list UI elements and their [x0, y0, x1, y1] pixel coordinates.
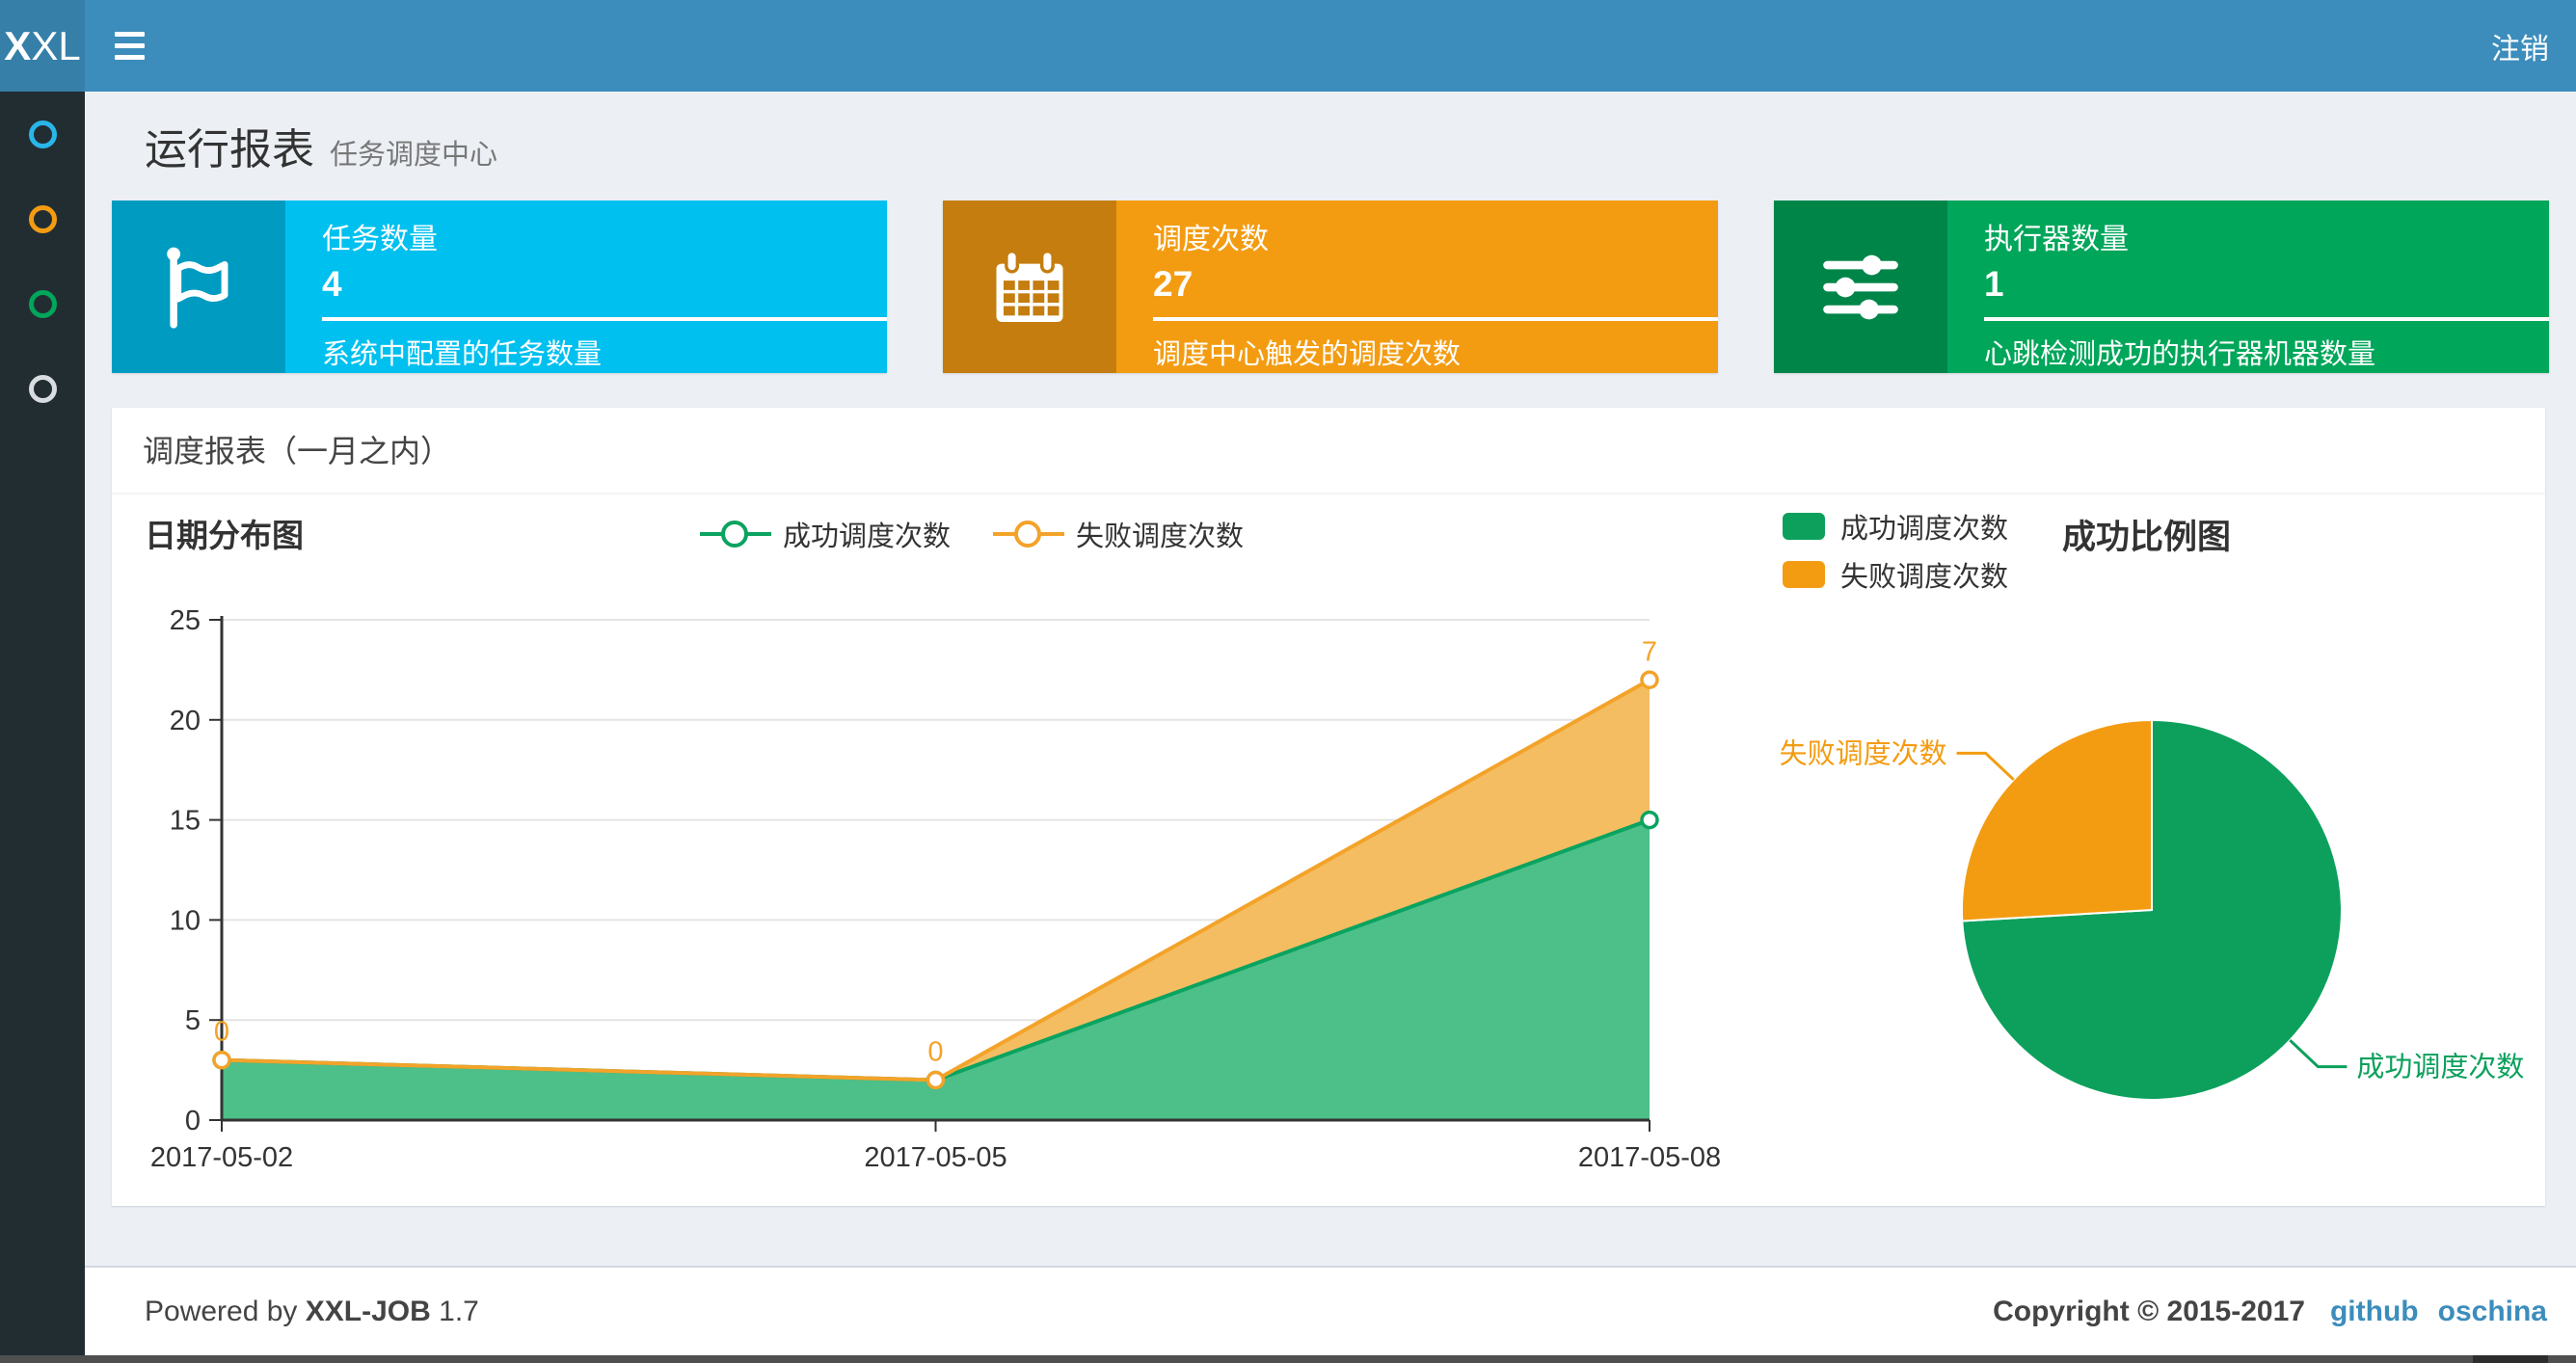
content-header: 运行报表 任务调度中心	[85, 92, 2576, 176]
page-subtitle: 任务调度中心	[330, 140, 498, 171]
stat-box-content: 调度次数 27 调度中心触发的调度次数	[1116, 200, 1718, 373]
svg-text:0: 0	[214, 1017, 229, 1048]
stat-box-description: 心跳检测成功的执行器机器数量	[1984, 339, 2376, 370]
stat-box-value: 4	[322, 264, 342, 304]
main-content: 运行报表 任务调度中心 任务数量 4 系统中配置的任务数量 调度次数 27 调度…	[85, 92, 2576, 1266]
sidebar-nav	[0, 92, 85, 1355]
svg-text:2017-05-05: 2017-05-05	[864, 1142, 1006, 1173]
sidebar-item-1[interactable]	[0, 92, 85, 176]
svg-text:7: 7	[1642, 636, 1657, 667]
circle-o-icon	[28, 374, 57, 403]
svg-text:15: 15	[170, 806, 201, 837]
flag-icon	[112, 200, 285, 373]
logo-rest-text: XL	[31, 22, 81, 68]
stat-box-label: 执行器数量	[1984, 224, 2129, 255]
window-bottom-edge	[0, 1355, 2576, 1363]
sidebar-toggle-button[interactable]	[85, 0, 174, 92]
svg-text:25: 25	[170, 605, 201, 636]
copyright-text: Copyright © 2015-2017	[1993, 1295, 2305, 1327]
sidebar-item-4[interactable]	[0, 346, 85, 431]
svg-text:10: 10	[170, 905, 201, 936]
sliders-icon	[1774, 200, 1947, 373]
stat-box-label: 任务数量	[322, 224, 438, 255]
circle-o-icon	[28, 204, 57, 233]
report-panel: 调度报表（一月之内） 日期分布图 成功调度次数 失败调度次数 0 5 10 15…	[112, 408, 2545, 1206]
svg-text:成功调度次数: 成功调度次数	[2356, 1052, 2524, 1083]
stat-box-label: 调度次数	[1153, 224, 1269, 255]
svg-text:20: 20	[170, 706, 201, 736]
svg-text:0: 0	[185, 1106, 201, 1136]
stat-box-jobs: 任务数量 4 系统中配置的任务数量	[112, 200, 887, 373]
panel-body: 日期分布图 成功调度次数 失败调度次数 0 5 10 15 20 25 2017…	[112, 494, 2545, 1204]
logo-bold-text: X	[4, 22, 32, 68]
svg-text:0: 0	[927, 1036, 943, 1067]
stat-box-description: 系统中配置的任务数量	[322, 339, 603, 370]
stat-box-triggers: 调度次数 27 调度中心触发的调度次数	[943, 200, 1718, 373]
circle-o-icon	[28, 289, 57, 318]
date-distribution-chart: 日期分布图 成功调度次数 失败调度次数 0 5 10 15 20 25 2017…	[112, 494, 1726, 1204]
circle-o-icon	[28, 120, 57, 148]
pie-chart-plot: 成功调度次数 失败调度次数	[1780, 718, 2524, 1101]
powered-by-text: Powered by XXL-JOB 1.7	[145, 1295, 479, 1327]
sidebar-item-2[interactable]	[0, 176, 85, 261]
page-footer: Powered by XXL-JOB 1.7 Copyright © 2015-…	[85, 1266, 2576, 1355]
oschina-link[interactable]: oschina	[2438, 1296, 2547, 1328]
svg-text:2017-05-08: 2017-05-08	[1578, 1142, 1721, 1173]
calendar-icon	[943, 200, 1116, 373]
panel-title: 调度报表（一月之内）	[112, 408, 2545, 494]
stat-box-row: 任务数量 4 系统中配置的任务数量 调度次数 27 调度中心触发的调度次数 执行…	[112, 200, 2550, 373]
svg-text:失败调度次数: 失败调度次数	[1780, 737, 1947, 769]
divider	[1153, 317, 1718, 321]
stat-box-content: 任务数量 4 系统中配置的任务数量	[285, 200, 887, 373]
sidebar-item-3[interactable]	[0, 261, 85, 346]
svg-text:2017-05-02: 2017-05-02	[150, 1142, 293, 1173]
page-title: 运行报表	[145, 126, 314, 174]
github-link[interactable]: github	[2330, 1296, 2419, 1328]
svg-text:5: 5	[185, 1005, 201, 1036]
divider	[1984, 317, 2549, 321]
app-logo[interactable]: X XL	[0, 0, 85, 92]
stat-box-value: 27	[1153, 264, 1194, 304]
line-chart-plot: 05101520252017-05-02 2017-05-05 2017-05-08…	[150, 605, 1721, 1173]
top-navbar: X XL 注销	[0, 0, 2576, 92]
stat-box-content: 执行器数量 1 心跳检测成功的执行器机器数量	[1947, 200, 2549, 373]
stat-box-executors: 执行器数量 1 心跳检测成功的执行器机器数量	[1774, 200, 2549, 373]
stat-box-value: 1	[1984, 264, 2004, 304]
stat-box-description: 调度中心触发的调度次数	[1153, 339, 1462, 370]
window-bottom-edge-segment	[2473, 1355, 2548, 1363]
divider	[322, 317, 887, 321]
hamburger-icon	[114, 32, 145, 37]
success-ratio-chart: 成功调度次数 失败调度次数 成功比例图 成功调度次数 失败调度次数	[1726, 494, 2545, 1204]
logout-link[interactable]: 注销	[2464, 0, 2576, 92]
